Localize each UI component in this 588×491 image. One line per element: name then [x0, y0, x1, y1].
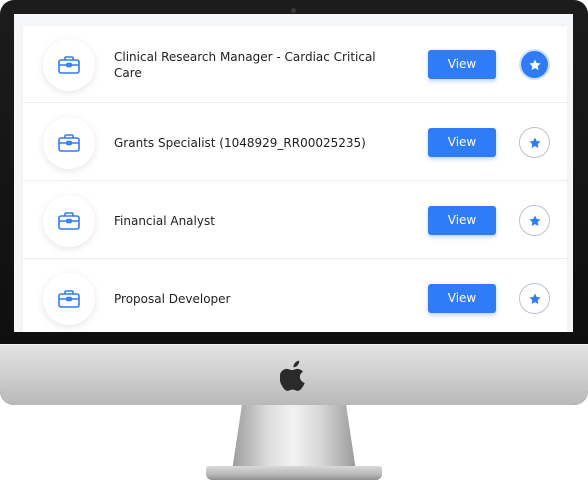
favorite-button[interactable]: [519, 127, 550, 158]
job-row: Proposal Developer View: [23, 260, 567, 332]
view-button[interactable]: View: [428, 284, 496, 313]
view-button[interactable]: View: [428, 206, 496, 235]
monitor-frame: Clinical Research Manager - Cardiac Crit…: [0, 0, 588, 405]
briefcase-icon: [58, 290, 80, 308]
job-title[interactable]: Clinical Research Manager - Cardiac Crit…: [114, 26, 384, 103]
monitor-stand-base: [206, 466, 382, 480]
favorite-button[interactable]: [519, 49, 550, 80]
job-title[interactable]: Proposal Developer: [114, 260, 384, 332]
favorite-button[interactable]: [519, 283, 550, 314]
job-icon-badge: [43, 117, 95, 169]
job-row: Clinical Research Manager - Cardiac Crit…: [23, 26, 567, 103]
screen: Clinical Research Manager - Cardiac Crit…: [14, 14, 573, 332]
job-row: Grants Specialist (1048929_RR00025235) V…: [23, 104, 567, 181]
favorite-button[interactable]: [519, 205, 550, 236]
view-button[interactable]: View: [428, 50, 496, 79]
briefcase-icon: [58, 56, 80, 74]
briefcase-icon: [58, 212, 80, 230]
star-icon: [528, 292, 541, 304]
job-icon-badge: [43, 273, 95, 325]
imac-mockup: Clinical Research Manager - Cardiac Crit…: [0, 0, 588, 491]
job-title[interactable]: Grants Specialist (1048929_RR00025235): [114, 104, 384, 181]
briefcase-icon: [58, 134, 80, 152]
job-list: Clinical Research Manager - Cardiac Crit…: [23, 26, 567, 332]
job-icon-badge: [43, 195, 95, 247]
camera-dot: [291, 8, 296, 13]
monitor-stand: [232, 405, 356, 471]
apple-logo-icon: [280, 360, 305, 391]
job-row: Financial Analyst View: [23, 182, 567, 259]
star-icon: [528, 136, 541, 148]
job-icon-badge: [43, 39, 95, 91]
view-button[interactable]: View: [428, 128, 496, 157]
star-icon: [528, 214, 541, 226]
star-icon: [528, 58, 541, 70]
job-title[interactable]: Financial Analyst: [114, 182, 384, 259]
